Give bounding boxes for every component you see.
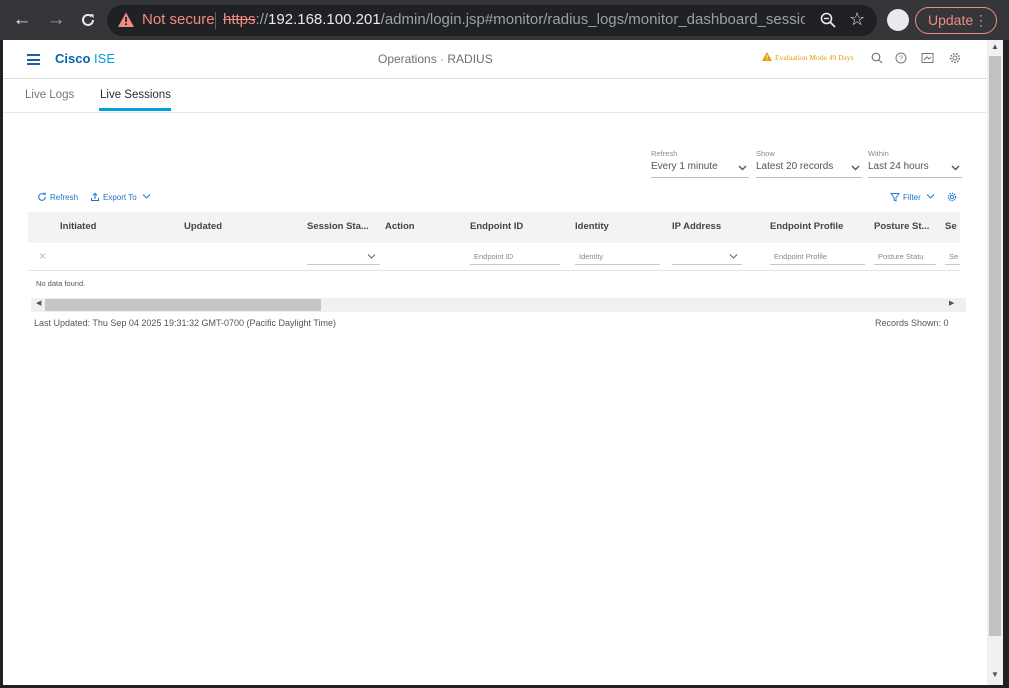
active-tab-indicator [99,108,171,111]
horizontal-scroll-thumb[interactable] [45,299,321,311]
endpoint-id-filter-input[interactable] [470,249,560,265]
filter-button[interactable]: Filter [890,192,938,202]
filter-button-label: Filter [903,193,921,202]
evaluation-notice[interactable]: Evaluation Mode 49 Days [762,52,854,62]
column-identity[interactable]: Identity [575,221,609,232]
column-endpoint-id[interactable]: Endpoint ID [470,221,523,232]
ip-address-filter[interactable] [672,249,742,265]
endpoint-profile-filter-input[interactable] [770,249,865,265]
column-posture-status[interactable]: Posture St... [874,221,929,232]
page-title: Operations · RADIUS [378,52,493,66]
identity-filter-input[interactable] [575,249,660,265]
update-label: Update [928,12,974,28]
url-path: /admin/login.jsp#monitor/radius_logs/mon… [380,11,805,28]
column-action[interactable]: Action [385,221,415,232]
tabs-divider [3,112,987,113]
hamburger-menu-icon[interactable] [27,54,40,65]
export-to-button[interactable]: Export To [90,192,154,202]
url-host: 192.168.100.201 [268,11,381,28]
table-settings-icon[interactable] [947,192,960,202]
brand-name: Cisco [55,51,91,66]
se-filter-input[interactable] [945,249,960,265]
tab-live-sessions[interactable]: Live Sessions [100,89,171,101]
chevron-down-icon [951,165,960,171]
window-edge [1003,40,1009,688]
url-scheme: https [223,11,256,28]
app-header: Cisco ISE Operations · RADIUS Evaluation… [3,40,987,79]
refresh-icon [38,192,46,201]
column-endpoint-profile[interactable]: Endpoint Profile [770,221,843,232]
table-filter-row: × [28,243,960,271]
chevron-down-icon [142,194,151,199]
table-horizontal-scrollbar[interactable]: ◀ ▶ [31,298,966,312]
address-separator [215,12,216,29]
search-icon[interactable] [870,52,884,66]
scroll-down-icon[interactable]: ▼ [987,668,1003,682]
export-icon [91,192,99,201]
scroll-left-icon[interactable]: ◀ [36,299,41,307]
chevron-down-icon [926,194,935,199]
posture-status-filter-input[interactable] [874,249,936,265]
column-ip-address[interactable]: IP Address [672,221,721,232]
evaluation-text: Evaluation Mode 49 Days [775,53,854,62]
tab-live-logs[interactable]: Live Logs [25,89,74,101]
not-secure-label[interactable]: Not secure [142,11,215,29]
notifications-icon[interactable] [920,52,934,66]
show-select[interactable]: Latest 20 records [756,161,862,178]
empty-table-message: No data found. [36,279,86,288]
profile-avatar[interactable] [887,9,909,31]
chevron-down-icon [738,165,747,171]
settings-icon[interactable] [948,52,962,66]
records-shown-text: Records Shown: 0 [875,318,949,328]
within-filter-label: Within [868,149,889,158]
within-select[interactable]: Last 24 hours [868,161,962,178]
column-updated[interactable]: Updated [184,221,222,232]
last-updated-text: Last Updated: Thu Sep 04 2025 19:31:32 G… [34,318,337,328]
page-content: Cisco ISE Operations · RADIUS Evaluation… [3,40,987,685]
zoom-icon[interactable] [819,11,837,29]
vertical-scroll-thumb[interactable] [989,56,1001,636]
chevron-down-icon [851,165,860,171]
refresh-filter-label: Refresh [651,149,678,158]
scroll-right-icon[interactable]: ▶ [949,299,954,307]
refresh-select-value: Every 1 minute [651,161,718,172]
within-select-value: Last 24 hours [868,161,929,172]
forward-arrow-icon[interactable]: → [44,8,68,32]
refresh-select[interactable]: Every 1 minute [651,161,749,178]
url-text[interactable]: https://192.168.100.201/admin/login.jsp#… [223,11,805,29]
warning-icon [118,12,134,27]
update-button[interactable]: Update ⋮ [915,7,997,34]
reload-icon[interactable] [76,8,100,32]
warning-triangle-icon [762,52,772,61]
export-button-label: Export To [103,193,137,202]
scroll-up-icon[interactable]: ▲ [987,40,1003,54]
help-icon[interactable]: ? [894,52,908,66]
refresh-button-label: Refresh [50,193,79,202]
app-brand[interactable]: Cisco ISE [55,51,115,66]
menu-dots-icon[interactable]: ⋮ [974,8,988,32]
chevron-down-icon [367,254,376,259]
column-initiated[interactable]: Initiated [60,221,96,232]
column-se[interactable]: Se [945,221,957,232]
svg-text:?: ? [899,56,903,63]
column-session-status[interactable]: Session Sta... [307,221,369,232]
session-status-filter[interactable] [307,249,380,265]
clear-filters-icon[interactable]: × [39,249,46,263]
show-filter-label: Show [756,149,775,158]
filter-icon [890,193,900,202]
star-icon[interactable]: ☆ [849,8,865,30]
address-bar[interactable]: Not secure https://192.168.100.201/admin… [107,5,877,36]
table-header: Initiated Updated Session Sta... Action … [28,212,960,243]
show-select-value: Latest 20 records [756,161,834,172]
refresh-button[interactable]: Refresh [37,192,78,202]
page-vertical-scrollbar[interactable]: ▲ ▼ [987,40,1003,685]
back-arrow-icon[interactable]: ← [10,8,34,32]
browser-toolbar: ← → Not secure https://192.168.100.201/a… [0,0,1009,40]
product-name: ISE [94,51,115,66]
chevron-down-icon [729,254,738,259]
